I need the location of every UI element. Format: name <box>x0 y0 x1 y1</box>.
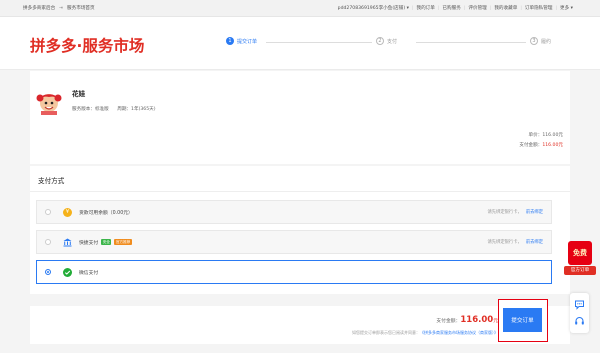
version-label: 服务版本： <box>72 107 95 112</box>
unit-price-row: 单价：116.00元 <box>519 131 563 141</box>
radio-button-selected[interactable] <box>45 269 51 275</box>
order-privacy-link[interactable]: 订单隐私管理 <box>522 5 556 11</box>
bind-card-note: 请先绑定银行卡， <box>487 240 522 245</box>
period-value: 1年(365天) <box>131 107 156 112</box>
service-agreement-link[interactable]: 《拼多多商家服务市场服务协议（商家版）》 <box>420 330 498 335</box>
period-info: 周期：1年(365天) <box>117 107 155 112</box>
free-gift-icon: 免费 <box>568 241 592 265</box>
bind-card-hint: 请先绑定银行卡， 前去绑定 <box>487 239 543 245</box>
step-number: 1 <box>226 37 234 45</box>
radio-button[interactable] <box>45 239 51 245</box>
bind-card-hint: 请先绑定银行卡， 前去绑定 <box>487 209 543 215</box>
account-menu[interactable]: pdd27083691965李小鱼(店铺) ▾ <box>335 5 412 11</box>
account-name: pdd27083691965李小鱼(店铺) <box>337 6 406 11</box>
step-number: 2 <box>376 37 384 45</box>
product-meta: 服务版本：标准版 周期：1年(365天) <box>72 106 163 112</box>
unit-price-value: 116.00元 <box>542 133 563 138</box>
agreement-prefix: 如您提交订单即表示您已阅读并同意： <box>352 330 420 335</box>
help-sidebar <box>570 293 589 333</box>
step-number: 3 <box>530 37 538 45</box>
top-navigation-bar: 拼多多商家后台 ⇥ 服务市场首页 pdd27083691965李小鱼(店铺) ▾… <box>0 0 600 17</box>
total-amount: 支付金额：116.00元 <box>436 315 498 325</box>
pay-amount-row: 支付金额：116.00元 <box>519 141 563 151</box>
review-management-link[interactable]: 评价管理 <box>465 5 489 11</box>
submit-button-highlight: 提交订单 <box>498 299 548 342</box>
step-label: 支付 <box>387 38 398 45</box>
more-label: 更多 <box>560 6 570 11</box>
chat-icon[interactable] <box>574 299 585 310</box>
payment-option-label: 快捷支付 <box>79 240 99 246</box>
coin-icon: ¥ <box>63 207 72 217</box>
total-label: 支付金额： <box>436 319 461 324</box>
step-label: 提交订单 <box>237 38 258 45</box>
payment-method-card: 支付方式 ¥ 货款可用余额（0.00元） 请先绑定银行卡， 前去绑定 快捷支付 安全… <box>30 166 570 294</box>
unit-price-label: 单价： <box>528 133 543 138</box>
recommend-badge: 官方推荐 <box>114 239 132 245</box>
payment-option-wechat-pay[interactable]: 微信支付 <box>36 260 552 284</box>
payment-option-label: 货款可用余额（0.00元） <box>79 210 133 216</box>
period-label: 周期： <box>117 107 132 112</box>
step-submit-order: 1 提交订单 <box>222 37 262 45</box>
purchased-services-link[interactable]: 已购服务 <box>439 5 463 11</box>
submit-order-button[interactable]: 提交订单 <box>503 308 542 332</box>
bank-icon <box>63 238 72 247</box>
payment-option-quick-pay[interactable]: 快捷支付 安全 官方推荐 请先绑定银行卡， 前去绑定 <box>36 230 552 254</box>
promo-label: 官方订单 <box>564 266 596 275</box>
product-name: 花娃 <box>72 90 86 98</box>
topbar-right: pdd27083691965李小鱼(店铺) ▾ | 我的订单 | 已购服务 | … <box>335 5 576 12</box>
topbar-left: 拼多多商家后台 ⇥ 服务市场首页 <box>23 5 95 12</box>
customer-service-icon[interactable] <box>574 316 585 327</box>
total-value: 116.00 <box>460 315 494 325</box>
payment-option-label-group: 快捷支付 安全 官方推荐 <box>79 239 132 246</box>
radio-button[interactable] <box>45 209 51 215</box>
version-info: 服务版本：标准版 <box>72 107 109 112</box>
service-market-logo[interactable]: 拼多多·服务市场 <box>30 34 144 56</box>
bind-card-link[interactable]: 前去绑定 <box>526 240 543 245</box>
step-label: 履约 <box>541 38 552 45</box>
step-connector <box>266 42 386 43</box>
pay-amount-value: 116.00元 <box>542 143 563 148</box>
my-orders-link[interactable]: 我的订单 <box>413 5 437 11</box>
exit-icon: ⇥ <box>59 5 64 11</box>
safe-badge: 安全 <box>101 239 112 245</box>
step-connector <box>416 42 526 43</box>
market-home-link[interactable]: 服务市场首页 <box>67 5 95 11</box>
payment-option-balance[interactable]: ¥ 货款可用余额（0.00元） 请先绑定银行卡， 前去绑定 <box>36 200 552 224</box>
order-summary-card: 花娃 服务版本：标准版 周期：1年(365天) 单价：116.00元 支付金额：… <box>30 71 570 164</box>
divider <box>30 191 570 192</box>
price-summary: 单价：116.00元 支付金额：116.00元 <box>519 131 563 151</box>
merchant-backend-link[interactable]: 拼多多商家后台 <box>23 5 55 11</box>
version-value: 标准版 <box>94 107 109 112</box>
my-favorites-link[interactable]: 我的收藏单 <box>491 5 520 11</box>
product-avatar <box>35 89 63 115</box>
bind-card-note: 请先绑定银行卡， <box>487 210 522 215</box>
wechat-icon <box>63 267 72 277</box>
agreement-notice: 如您提交订单即表示您已阅读并同意：《拼多多商家服务市场服务协议（商家版）》 <box>352 330 498 336</box>
order-progress-steps: 1 提交订单 2 支付 3 履约 <box>222 37 556 47</box>
payment-option-label: 微信支付 <box>79 270 99 276</box>
pay-amount-label: 支付金额： <box>519 143 543 148</box>
step-pay: 2 支付 <box>372 37 402 45</box>
official-order-promo[interactable]: 免费 官方订单 <box>564 241 596 276</box>
payment-method-title: 支付方式 <box>38 177 65 185</box>
page-header: 拼多多·服务市场 1 提交订单 2 支付 3 履约 <box>0 17 600 70</box>
bind-card-link[interactable]: 前去绑定 <box>526 210 543 215</box>
step-fulfill: 3 履约 <box>526 37 556 45</box>
submit-bar: 支付金额：116.00元 如您提交订单即表示您已阅读并同意：《拼多多商家服务市场… <box>30 306 570 344</box>
more-menu[interactable]: 更多 ▾ <box>557 5 576 11</box>
